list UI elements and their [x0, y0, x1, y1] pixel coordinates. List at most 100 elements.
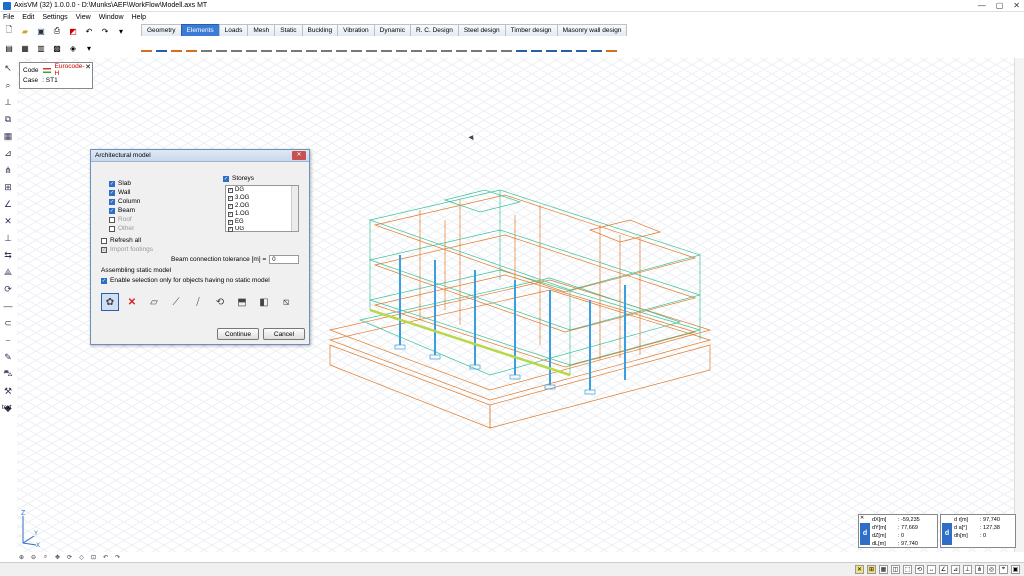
menu-file[interactable]: File — [3, 14, 14, 21]
list-item[interactable]: ✓ 3.OG — [226, 194, 298, 202]
dimension-icon[interactable]: ⊞ — [2, 181, 14, 193]
axis-ref-2-icon[interactable] — [531, 41, 542, 52]
menu-window[interactable]: Window — [99, 14, 124, 21]
building-wireframe-model[interactable] — [300, 160, 720, 440]
case-value[interactable]: : ST1 — [42, 77, 58, 84]
close-icon[interactable]: ✕ — [85, 63, 91, 71]
panel-icon[interactable]: ◧ — [255, 293, 273, 311]
snap-icon[interactable]: ⋔ — [2, 164, 14, 176]
open-folder-icon[interactable]: ▰ — [19, 25, 31, 37]
wall-convert-icon[interactable]: ⟋ — [167, 293, 185, 311]
menu-edit[interactable]: Edit — [22, 14, 34, 21]
axis-ref-3-icon[interactable] — [546, 41, 557, 52]
tab-vibration[interactable]: Vibration — [337, 24, 375, 36]
link-icon[interactable] — [366, 41, 377, 52]
tolerance-input[interactable]: 0 — [269, 255, 300, 264]
tab-dynamic[interactable]: Dynamic — [373, 24, 411, 36]
tab-timber-design[interactable]: Timber design — [504, 24, 558, 36]
surface-support-icon[interactable] — [471, 41, 482, 52]
slab-checkbox[interactable]: ✓ Slab — [109, 179, 131, 188]
snap-toggle-icon[interactable]: ⊞ — [867, 565, 876, 574]
snap-toggle-icon[interactable]: ↔ — [927, 565, 936, 574]
snap-toggle-icon[interactable]: ▦ — [879, 565, 888, 574]
tab-buckling[interactable]: Buckling — [301, 24, 339, 36]
snap-toggle-icon[interactable]: ▣ — [1011, 565, 1020, 574]
delta-badge-icon[interactable]: d — [860, 523, 870, 545]
redo-icon[interactable]: ↷ — [99, 25, 111, 37]
axis-ref-4-icon[interactable] — [561, 41, 572, 52]
reference-icon[interactable] — [441, 41, 452, 52]
beam-convert-icon[interactable]: ⧸ — [189, 293, 207, 311]
snap-toggle-icon[interactable]: ✕ — [855, 565, 864, 574]
snap-toggle-icon[interactable]: ◎ — [987, 565, 996, 574]
refresh-all-checkbox[interactable]: Refresh all — [101, 236, 141, 245]
workplane-icon[interactable]: ⊥ — [2, 232, 14, 244]
close-icon[interactable]: ✕ — [1013, 1, 1020, 10]
wall-icon[interactable] — [246, 41, 257, 52]
snap-toggle-icon[interactable]: ⊥ — [963, 565, 972, 574]
print-icon[interactable]: ⎙ — [51, 25, 63, 37]
angle-icon[interactable]: ∠ — [2, 198, 14, 210]
rotate-icon[interactable]: ⟳ — [2, 283, 14, 295]
chain-icon[interactable]: ⊂ — [2, 317, 14, 329]
chevron-down-icon[interactable]: ▾ — [115, 25, 127, 37]
tab-mesh[interactable]: Mesh — [247, 24, 276, 36]
snap-toggle-icon[interactable]: ◫ — [891, 565, 900, 574]
tab-rc-design[interactable]: R. C. Design — [409, 24, 459, 36]
text-tool-label[interactable]: text — [2, 405, 12, 411]
beam-icon[interactable] — [276, 41, 287, 52]
box-icon[interactable]: ⬒ — [233, 293, 251, 311]
refresh-icon[interactable]: ⟲ — [211, 293, 229, 311]
hole-icon[interactable] — [216, 41, 227, 52]
storeys-list[interactable]: ✓ DG ✓ 3.OG ✓ 2.OG ✓ 1.OG ✓ EG ✓ UG — [225, 185, 299, 232]
slab-convert-icon[interactable]: ▱ — [145, 293, 163, 311]
new-file-icon[interactable]: 🗋 — [3, 25, 15, 37]
cancel-button[interactable]: Cancel — [263, 328, 305, 340]
axis-ref-icon[interactable] — [516, 41, 527, 52]
axis-ref-5-icon[interactable] — [576, 41, 587, 52]
tab-static[interactable]: Static — [274, 24, 303, 36]
chevron-down-icon[interactable]: ▾ — [83, 42, 95, 54]
truss-icon[interactable] — [306, 41, 317, 52]
stack-icon[interactable]: ◈ — [67, 42, 79, 54]
redo-view-icon[interactable]: ↷ — [114, 554, 121, 561]
snap-toggle-icon[interactable]: ∠ — [939, 565, 948, 574]
undo-icon[interactable]: ↶ — [83, 25, 95, 37]
tab-elements[interactable]: Elements — [180, 24, 220, 36]
tab-masonry-wall-design[interactable]: Masonry wall design — [556, 24, 628, 36]
storeys-checkbox[interactable]: ✓ Storeys — [223, 174, 254, 183]
snap-toggle-icon[interactable]: ⟲ — [915, 565, 924, 574]
code-value[interactable]: Eurocode-H — [55, 63, 90, 77]
line-support-icon[interactable] — [456, 41, 467, 52]
maximize-icon[interactable]: ▢ — [996, 1, 1004, 10]
dialog-close-button[interactable]: ✕ — [292, 151, 306, 160]
node-dof-icon[interactable] — [426, 41, 437, 52]
zoom-in-icon[interactable]: ⊕ — [18, 554, 25, 561]
menu-help[interactable]: Help — [132, 14, 146, 21]
list-item[interactable]: ✓ EG — [226, 218, 298, 226]
beam-checkbox[interactable]: ✓ Beam — [109, 206, 135, 215]
pdf-icon[interactable]: ◩ — [67, 25, 79, 37]
move-icon[interactable]: ⇆ — [2, 249, 14, 261]
slab-icon[interactable] — [261, 41, 272, 52]
node-icon[interactable]: ⟂ — [2, 96, 14, 108]
minimize-icon[interactable]: — — [978, 1, 986, 10]
delete-icon[interactable]: ✕ — [123, 293, 141, 311]
zoom-out-icon[interactable]: ⊖ — [30, 554, 37, 561]
intersect-icon[interactable]: ✕ — [2, 215, 14, 227]
spring-icon[interactable] — [336, 41, 347, 52]
menu-settings[interactable]: Settings — [42, 14, 67, 21]
list-item[interactable]: ✓ UG — [226, 226, 298, 232]
axis-ref-6-icon[interactable] — [591, 41, 602, 52]
hinge-icon[interactable] — [501, 41, 512, 52]
tab-geometry[interactable]: Geometry — [141, 24, 182, 36]
snap-toggle-icon[interactable]: ⌖ — [999, 565, 1008, 574]
ruler-icon[interactable]: ⎯ — [2, 334, 14, 346]
vehicle-icon[interactable]: ⛍ — [2, 368, 14, 380]
display-icon[interactable]: ▦ — [19, 42, 31, 54]
menu-view[interactable]: View — [76, 14, 91, 21]
wall-checkbox[interactable]: ✓ Wall — [109, 188, 130, 197]
domain-icon[interactable] — [201, 41, 212, 52]
assemble-icon[interactable]: ✿ — [101, 293, 119, 311]
tab-loads[interactable]: Loads — [218, 24, 249, 36]
